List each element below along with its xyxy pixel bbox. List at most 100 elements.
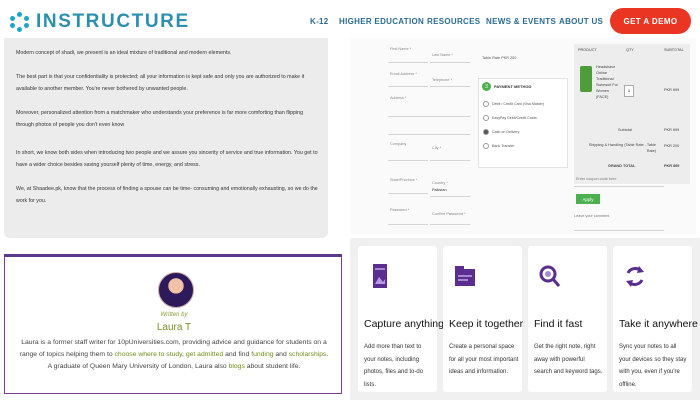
payment-option-cod[interactable]: Cash on Delivery <box>483 129 519 135</box>
state-field[interactable] <box>388 193 428 194</box>
city-field[interactable] <box>430 160 470 161</box>
country-label: Country * <box>432 181 448 185</box>
confirm-password-label: Confirm Password * <box>432 212 466 216</box>
product-image <box>580 66 592 92</box>
radio-icon <box>483 115 489 121</box>
payment-option-bank[interactable]: Bank Transfer <box>483 143 514 149</box>
confirm-password-field[interactable] <box>430 224 470 225</box>
email-field[interactable] <box>388 86 428 87</box>
nav-about-us[interactable]: ABOUT US <box>559 17 603 26</box>
company-label: Company <box>390 142 407 146</box>
radio-icon <box>483 143 489 149</box>
article-panel: Modern concept of shadi, we present is a… <box>4 38 328 238</box>
company-field[interactable] <box>388 160 428 161</box>
feature-cards: Capture anything Add more than text to y… <box>350 238 700 400</box>
address-label: Address * <box>390 96 407 100</box>
order-summary: PRODUCT QTY SUBTOTAL Headshave Online Tr… <box>574 44 690 184</box>
nav-k12[interactable]: K-12 <box>310 17 329 26</box>
payment-title: PAYMENT METHOD <box>494 84 532 89</box>
link-funding[interactable]: funding <box>251 351 273 358</box>
email-label: Email Address * <box>390 72 417 76</box>
feature-card-take[interactable]: Take it anywhere Sync your notes to all … <box>613 246 698 392</box>
article-paragraph: The best part is that your confidentiali… <box>16 74 305 92</box>
coupon-placeholder: Enter coupon code here <box>576 177 617 181</box>
author-avatar <box>158 272 194 308</box>
payment-option-label: EasyPay Debit/Credit Cards <box>492 116 537 120</box>
article-paragraph: We, at Shaadee.pk, know that the process… <box>16 186 318 204</box>
payment-option-label: Cash on Delivery <box>492 130 520 134</box>
link-get-admitted[interactable]: get admitted <box>186 351 223 358</box>
address-field[interactable] <box>388 116 470 117</box>
feature-description: Get the right note, right away with powe… <box>534 344 603 375</box>
feature-description: Create a personal space for all your mos… <box>449 344 519 375</box>
subtotal-label: Subtotal <box>618 128 632 132</box>
link-choose-where-to-study[interactable]: choose where to study <box>115 351 183 358</box>
cart-header-subtotal: SUBTOTAL <box>664 48 684 52</box>
product-price: PKR 699 <box>664 88 680 92</box>
feature-card-keep[interactable]: Keep it together Create a personal space… <box>443 246 524 392</box>
telephone-label: Telephone * <box>432 78 453 82</box>
first-name-label: First Name * <box>390 47 412 51</box>
step-badge: 3 <box>482 82 491 91</box>
bio-text: about student life. <box>244 363 301 371</box>
grand-total-value: PKR 899 <box>664 164 680 168</box>
logo-text: INSTRUCTURE <box>36 11 190 32</box>
comment-textarea[interactable] <box>574 230 664 231</box>
cart-header-product: PRODUCT <box>578 48 597 52</box>
author-name[interactable]: Laura T <box>5 322 343 333</box>
city-label: City * <box>432 146 442 150</box>
folder-icon <box>455 266 475 286</box>
feature-description: Sync your notes to all your devices so t… <box>619 344 687 388</box>
feature-description: Add more than text to your notes, includ… <box>364 344 424 388</box>
radio-icon <box>483 101 489 107</box>
feature-card-find[interactable]: Find it fast Get the right note, right a… <box>528 246 607 392</box>
article-paragraph: In short, we know both sides when introd… <box>16 150 318 168</box>
cart-header-qty: QTY <box>626 48 634 52</box>
link-blogs[interactable]: blogs <box>229 363 245 370</box>
coupon-input[interactable] <box>574 186 664 187</box>
shipping-value: PKR 200 <box>664 144 680 148</box>
capture-icon <box>373 264 387 288</box>
last-name-field[interactable] <box>430 62 470 63</box>
first-name-field[interactable] <box>388 62 428 63</box>
password-field[interactable] <box>388 224 428 225</box>
author-card: Written by Laura T Laura is a former sta… <box>4 254 342 394</box>
apply-coupon-button[interactable]: Apply <box>576 194 600 204</box>
nav-higher-education[interactable]: HIGHER EDUCATION <box>339 17 424 26</box>
comment-label: Leave your comment <box>574 214 610 218</box>
site-header: INSTRUCTURE K-12 HIGHER EDUCATION RESOUR… <box>0 0 700 42</box>
feature-title: Find it fast <box>534 318 583 330</box>
country-value[interactable]: Pakistan <box>432 188 447 192</box>
radio-selected-icon <box>483 129 489 135</box>
nav-resources[interactable]: RESOURCES <box>427 17 480 26</box>
sync-icon <box>626 266 644 287</box>
payment-option-easypay[interactable]: EasyPay Debit/Credit Cards <box>483 115 537 121</box>
table-rate-text: Table Rate PKR 200 <box>482 56 517 60</box>
qty-input[interactable]: 1 <box>624 85 634 97</box>
bio-text: and <box>273 351 289 359</box>
subtotal-value: PKR 699 <box>664 128 680 132</box>
payment-method-box: 3 PAYMENT METHOD Debit / Credit Card (Vi… <box>478 78 568 168</box>
telephone-field[interactable] <box>430 86 470 87</box>
link-scholarships[interactable]: scholarships <box>289 351 327 358</box>
get-a-demo-button[interactable]: GET A DEMO <box>610 8 691 34</box>
article-paragraph: Moreover, personalized attention from a … <box>16 110 304 128</box>
country-select[interactable] <box>430 196 470 197</box>
checkout-form: First Name * Last Name * Email Address *… <box>350 38 696 234</box>
payment-option-label: Bank Transfer <box>492 144 515 148</box>
instructure-logo[interactable]: INSTRUCTURE <box>10 11 190 33</box>
written-by-label: Written by <box>160 312 188 318</box>
search-icon <box>539 265 561 287</box>
address-field-2[interactable] <box>388 134 470 135</box>
feature-card-capture[interactable]: Capture anything Add more than text to y… <box>358 246 444 392</box>
grand-total-label: GRAND TOTAL <box>608 164 636 168</box>
logo-mark-icon <box>10 12 30 32</box>
password-label: Password * <box>390 208 410 212</box>
feature-title: Take it anywhere <box>619 318 698 330</box>
payment-option-card[interactable]: Debit / Credit Card (Visa Master) <box>483 101 544 107</box>
nav-news-events[interactable]: NEWS & EVENTS <box>486 17 556 26</box>
bio-text: and find <box>223 351 252 359</box>
state-label: State/Province * <box>390 178 418 182</box>
feature-title: Keep it together <box>449 318 524 330</box>
product-name: Headshave Online Traditional Swimsuit Fo… <box>596 65 618 99</box>
